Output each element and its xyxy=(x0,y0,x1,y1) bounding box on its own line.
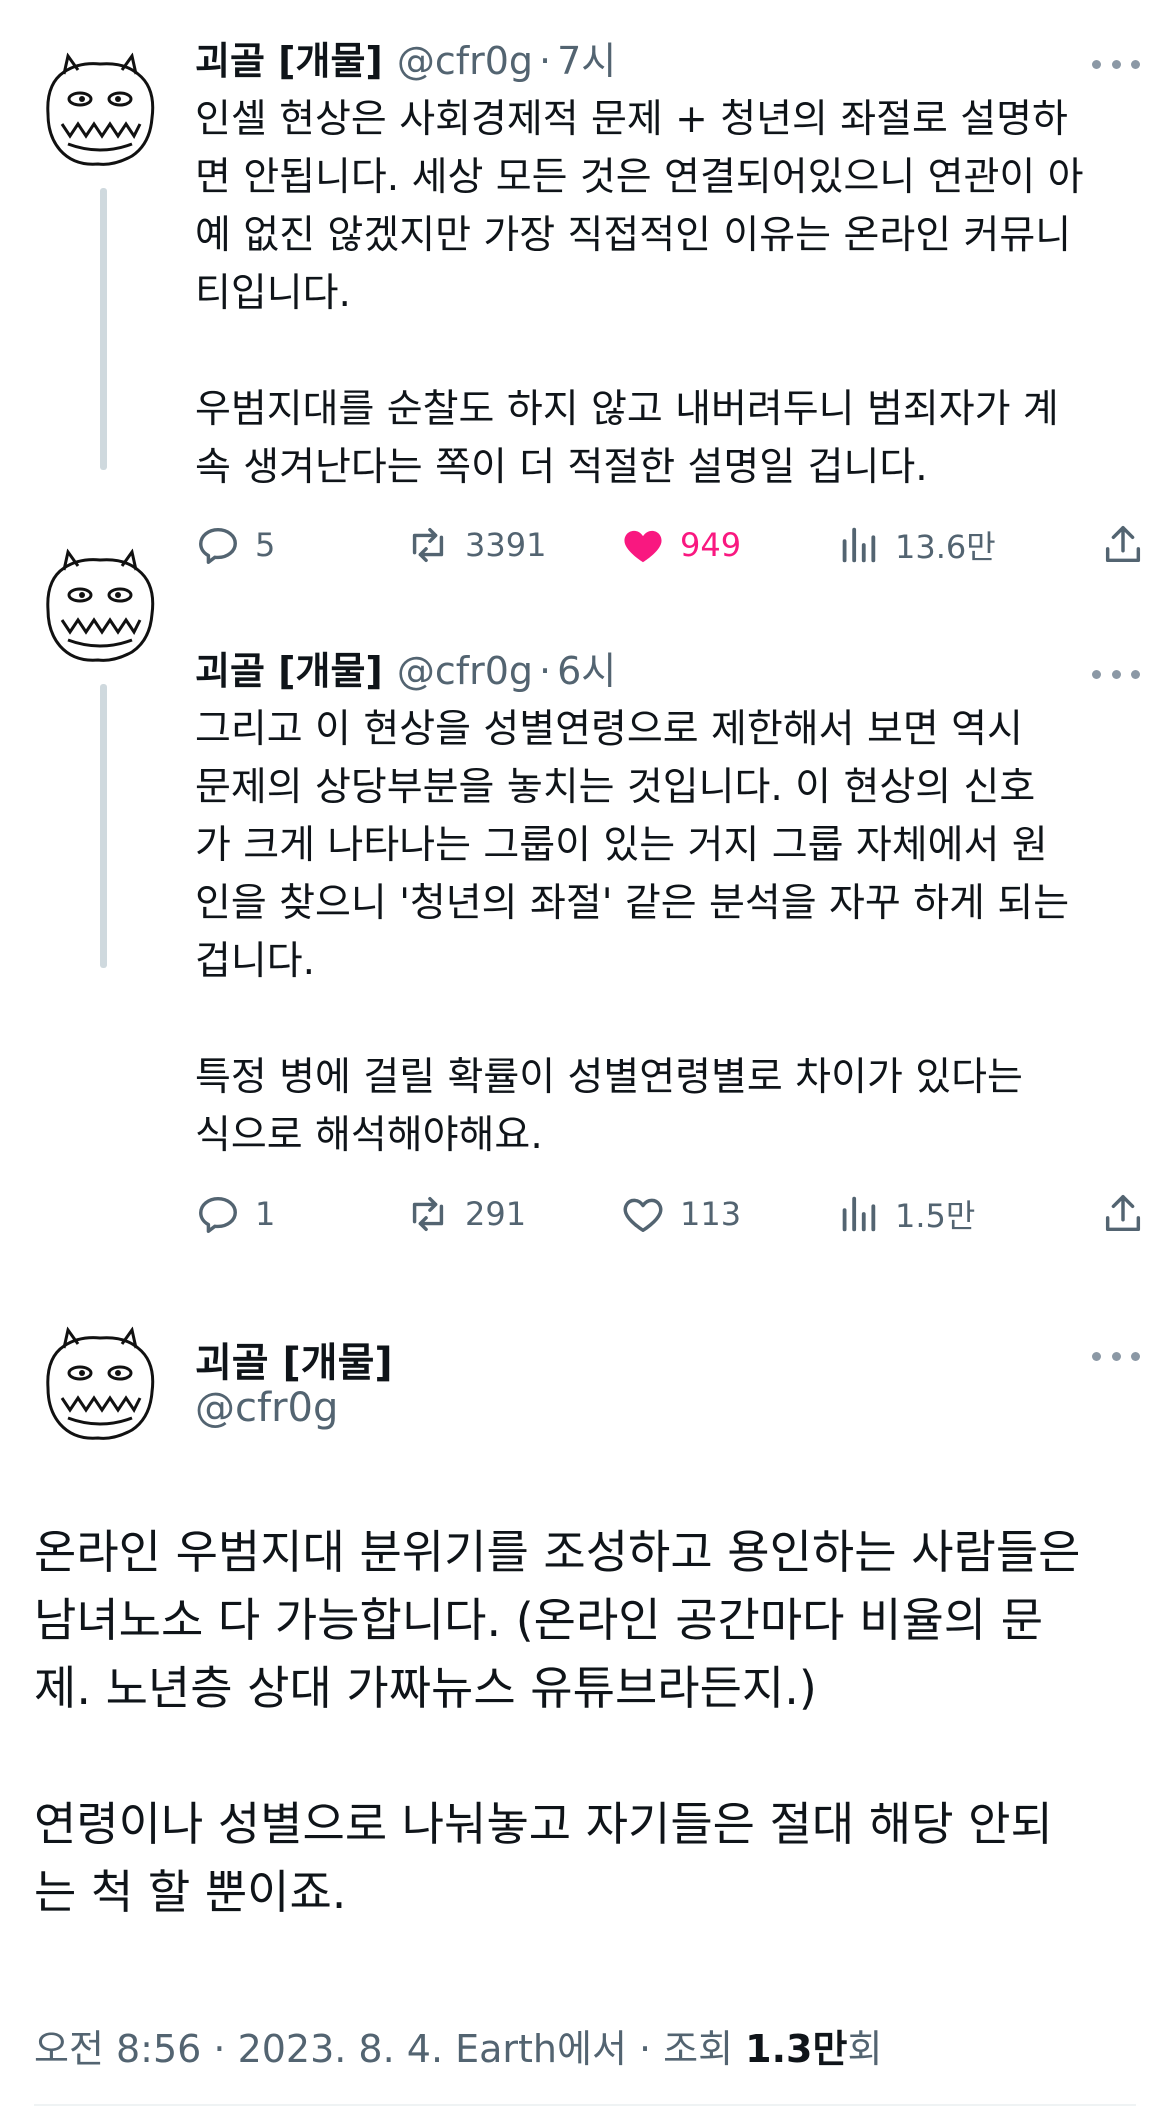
tweet-meta: 오전 8:56 · 2023. 8. 4. Earth에서 · 조회 1.3만회 xyxy=(34,2018,882,2073)
more-icon[interactable] xyxy=(1092,1346,1140,1366)
share-icon xyxy=(1105,526,1141,563)
reply-icon xyxy=(199,1196,237,1233)
tweet-header: 괴골 [개물] @cfr0g · 6시 xyxy=(195,640,616,695)
more-icon[interactable] xyxy=(1092,664,1140,684)
views-button[interactable]: 13.6만 xyxy=(835,515,996,575)
views-count: 1.5만 xyxy=(895,1197,976,1235)
monster-avatar-icon xyxy=(46,548,155,662)
tweet-header: 괴골 [개물] @cfr0g · 7시 xyxy=(195,30,616,85)
like-button[interactable]: 113 xyxy=(620,1184,741,1244)
like-count: 949 xyxy=(680,526,742,564)
avatar[interactable] xyxy=(34,1318,166,1450)
heart-icon xyxy=(624,530,662,563)
action-bar: 1 291 113 1.5만 xyxy=(195,1184,1145,1244)
views-icon xyxy=(842,527,876,563)
action-bar: 5 3391 949 13.6만 xyxy=(195,515,1145,575)
tweet-text: 온라인 우범지대 분위기를 조성하고 용인하는 사람들은 남녀노소 다 가능합니… xyxy=(34,1525,1081,1919)
retweet-icon xyxy=(412,1196,444,1232)
timestamp-source[interactable]: 오전 8:56 · 2023. 8. 4. Earth에서 · 조회 xyxy=(34,2027,745,2071)
display-name[interactable]: 괴골 [개물] xyxy=(195,1330,393,1388)
separator-dot: · xyxy=(539,649,552,693)
share-button[interactable] xyxy=(1100,1184,1160,1244)
retweet-count: 291 xyxy=(465,1195,527,1233)
reply-icon xyxy=(199,527,237,564)
user-handle[interactable]: @cfr0g xyxy=(397,649,533,693)
separator-dot: · xyxy=(539,39,552,83)
share-icon xyxy=(1105,1195,1141,1232)
monster-avatar-icon xyxy=(46,52,155,166)
like-button[interactable]: 949 xyxy=(620,515,741,575)
user-handle[interactable]: @cfr0g xyxy=(195,1385,338,1431)
tweet-text: 그리고 이 현상을 성별연령으로 제한해서 보면 역시 문제의 상당부분을 놓치… xyxy=(195,707,1070,1158)
display-name[interactable]: 괴골 [개물] xyxy=(195,30,383,85)
user-handle[interactable]: @cfr0g xyxy=(397,39,533,83)
tweet-text: 인셀 현상은 사회경제적 문제 + 청년의 좌절로 설명하 면 안됩니다. 세상… xyxy=(195,97,1084,490)
retweet-button[interactable]: 3391 xyxy=(405,515,546,575)
views-count: 13.6만 xyxy=(895,528,996,566)
retweet-count: 3391 xyxy=(465,526,547,564)
thread-line xyxy=(100,188,107,470)
views-button[interactable]: 1.5만 xyxy=(835,1184,975,1244)
display-name[interactable]: 괴골 [개물] xyxy=(195,640,383,695)
retweet-icon xyxy=(412,527,444,563)
reply-button[interactable]: 5 xyxy=(195,515,275,575)
monster-avatar-icon xyxy=(46,1326,155,1440)
view-count: 1.3만 xyxy=(745,2027,848,2071)
timestamp[interactable]: 6시 xyxy=(557,640,616,695)
view-count-suffix: 회 xyxy=(847,2027,883,2071)
like-count: 113 xyxy=(680,1195,742,1233)
divider xyxy=(34,2104,1136,2106)
more-icon[interactable] xyxy=(1092,54,1140,74)
thread-line xyxy=(100,684,107,968)
reply-count: 1 xyxy=(255,1195,276,1233)
retweet-button[interactable]: 291 xyxy=(405,1184,526,1244)
reply-count: 5 xyxy=(255,526,276,564)
avatar[interactable] xyxy=(34,540,166,672)
avatar[interactable] xyxy=(34,44,166,176)
heart-icon xyxy=(623,1198,663,1233)
share-button[interactable] xyxy=(1100,515,1160,575)
timestamp[interactable]: 7시 xyxy=(557,30,616,85)
views-icon xyxy=(842,1196,876,1232)
reply-button[interactable]: 1 xyxy=(195,1184,275,1244)
